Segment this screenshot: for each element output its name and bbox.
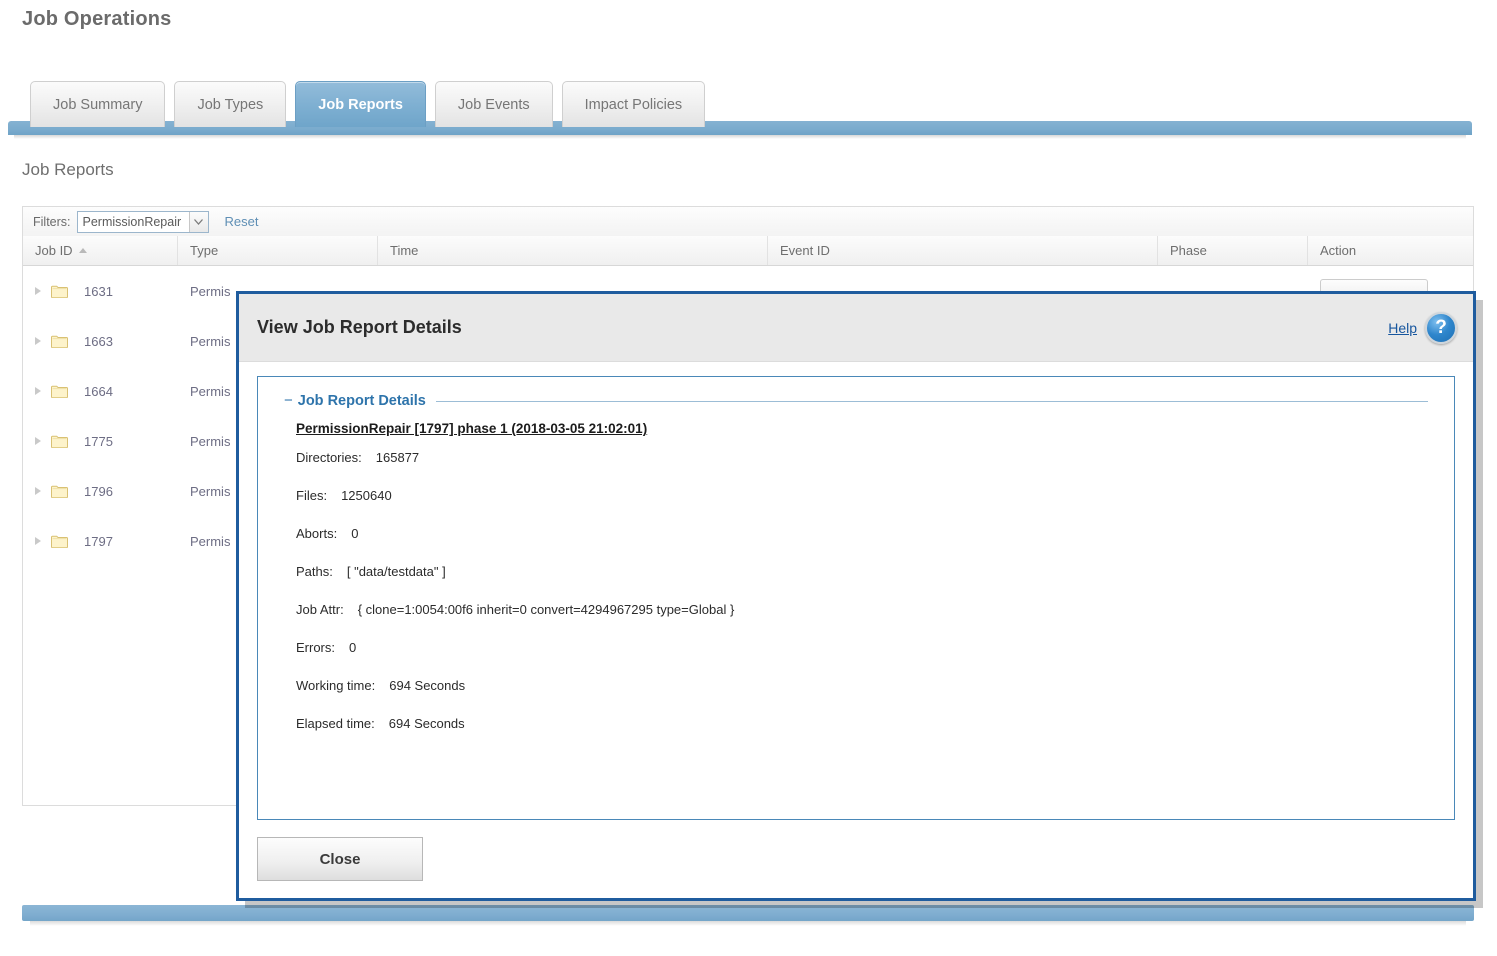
question-mark-circle-icon[interactable]: ? [1425,312,1457,344]
close-button[interactable]: Close [257,837,423,881]
chevron-right-icon[interactable] [35,487,41,495]
reset-filters-link[interactable]: Reset [225,214,259,229]
detail-value: { clone=1:0054:00f6 inherit=0 convert=42… [357,602,735,617]
detail-row: Job Attr: { clone=1:0054:00f6 inherit=0 c… [296,602,1428,617]
detail-label: Working time: [296,678,376,693]
dialog-help-group: Help ? [1388,312,1457,344]
column-header-phase[interactable]: Phase [1158,236,1308,265]
detail-row: Elapsed time: 694 Seconds [296,716,1428,731]
cell-job-id[interactable]: 1663 [23,316,178,366]
report-detail-list: Directories: 165877 Files: 1250640 Aborts: 0 P… [284,450,1428,731]
sort-ascending-icon [78,248,87,253]
section-title: Job Reports [22,160,114,179]
detail-value: 694 Seconds [388,716,465,731]
folder-icon [51,485,76,498]
detail-label: Errors: [296,640,335,655]
column-header-label: Event ID [780,243,830,258]
dialog-title: View Job Report Details [257,317,462,337]
detail-row: Directories: 165877 [296,450,1428,465]
column-header-label: Action [1320,243,1357,258]
detail-row: Paths: [ "data/testdata" ] [296,564,1428,579]
column-header-label: Job ID [35,243,73,258]
column-header-action[interactable]: Action [1308,236,1473,265]
tab-bar: Job Summary Job Types Job Reports Job Event… [30,75,714,127]
filters-toolbar: Filters: PermissionRepair Reset [22,206,1474,236]
chevron-right-icon[interactable] [35,337,41,345]
chevron-right-icon[interactable] [35,287,41,295]
detail-label: Files: [296,488,328,503]
dialog-footer: Close [239,820,1473,898]
job-report-details-panel: − Job Report Details PermissionRepair [1… [257,376,1455,820]
detail-label: Paths: [296,564,333,579]
dialog-title-bar: View Job Report Details Help ? [239,294,1473,362]
panel-legend: − Job Report Details [284,393,1428,409]
column-header-label: Time [390,243,419,258]
help-link[interactable]: Help [1388,320,1417,336]
cell-job-id[interactable]: 1631 [23,266,178,316]
folder-icon [51,435,76,448]
page-title: Job Operations [22,8,172,30]
job-id-label: 1631 [84,283,113,299]
report-heading: PermissionRepair [1797] phase 1 (2018-03… [296,421,648,436]
detail-label: Aborts: [296,526,338,541]
detail-value: 1250640 [341,488,392,503]
panel-legend-label: Job Report Details [297,393,426,409]
detail-label: Directories: [296,450,362,465]
detail-label: Elapsed time: [296,716,375,731]
column-header-type[interactable]: Type [178,236,378,265]
filter-select[interactable]: PermissionRepair [76,210,209,233]
chevron-right-icon[interactable] [35,387,41,395]
tab-bar-shadow [14,135,1466,139]
column-header-time[interactable]: Time [378,236,768,265]
detail-value: 0 [349,640,357,655]
column-header-job-id[interactable]: Job ID [23,236,178,265]
detail-row: Files: 1250640 [296,488,1428,503]
folder-icon [51,385,76,398]
detail-value: 165877 [375,450,420,465]
job-id-label: 1796 [84,483,113,499]
folder-icon [51,535,76,548]
job-id-label: 1664 [84,383,113,399]
cell-job-id[interactable]: 1796 [23,466,178,516]
chevron-down-icon[interactable] [188,211,208,232]
chevron-right-icon[interactable] [35,437,41,445]
tab-impact-policies[interactable]: Impact Policies [561,81,706,127]
detail-value: 0 [351,526,359,541]
tab-job-events[interactable]: Job Events [434,81,553,127]
tab-job-reports[interactable]: Job Reports [295,81,426,127]
detail-value: [ "data/testdata" ] [346,564,446,579]
detail-value: 694 Seconds [389,678,466,693]
view-job-report-details-dialog: View Job Report Details Help ? − Job Rep… [236,291,1476,901]
column-header-label: Phase [1170,243,1207,258]
cell-job-id[interactable]: 1797 [23,516,178,566]
folder-icon [51,285,76,298]
chevron-right-icon[interactable] [35,537,41,545]
detail-row: Aborts: 0 [296,526,1428,541]
tab-job-types[interactable]: Job Types [174,81,287,127]
column-header-event-id[interactable]: Event ID [768,236,1158,265]
detail-row: Errors: 0 [296,640,1428,655]
filters-label: Filters: [33,214,71,229]
filter-select-value: PermissionRepair [82,214,182,229]
job-id-label: 1797 [84,533,113,549]
column-header-label: Type [190,243,219,258]
job-id-label: 1663 [84,333,113,349]
detail-row: Working time: 694 Seconds [296,678,1428,693]
cell-job-id[interactable]: 1775 [23,416,178,466]
panel-legend-rule [435,400,1428,402]
folder-icon [51,335,76,348]
job-id-label: 1775 [84,433,113,449]
dialog-body: − Job Report Details PermissionRepair [1… [239,362,1473,820]
page-footer-shadow [30,921,1466,926]
detail-label: Job Attr: [296,602,344,617]
tab-job-summary[interactable]: Job Summary [30,81,166,127]
collapse-toggle-icon[interactable]: − [284,393,293,408]
cell-job-id[interactable]: 1664 [23,366,178,416]
table-header-row: Job ID Type Time Event ID Phase Action [23,236,1473,266]
